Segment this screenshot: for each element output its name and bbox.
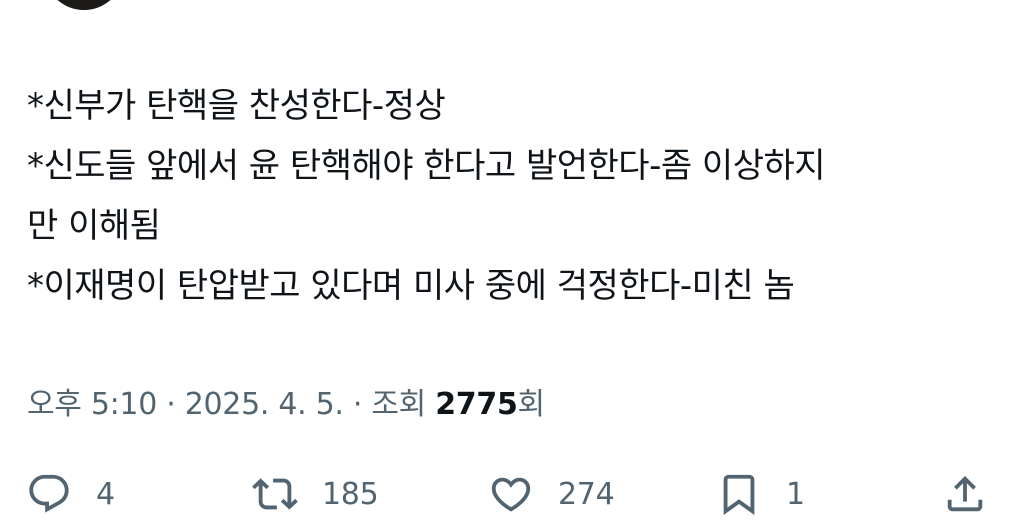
retweet-icon: [250, 469, 300, 519]
tweet-date[interactable]: 2025. 4. 5.: [185, 387, 344, 422]
heart-icon: [486, 469, 536, 519]
views-suffix: 회: [517, 387, 546, 422]
reply-button[interactable]: 4: [24, 462, 115, 526]
tweet-text-line: 만 이해됨: [27, 206, 161, 246]
share-button[interactable]: [940, 462, 990, 526]
tweet-text-line: *이재명이 탄압받고 있다며 미사 중에 걱정한다-미친 놈: [27, 266, 795, 306]
reply-icon: [24, 469, 74, 519]
tweet-time[interactable]: 오후 5:10: [27, 387, 157, 422]
avatar[interactable]: [44, 0, 124, 10]
meta-separator: ·: [343, 387, 372, 422]
bookmark-count: 1: [786, 476, 805, 512]
reply-count: 4: [96, 476, 115, 512]
tweet-meta: 오후 5:10 · 2025. 4. 5. · 조회 2775회: [27, 382, 545, 428]
views-count: 2775: [435, 387, 518, 422]
views-label: 조회: [371, 387, 426, 422]
share-icon: [940, 469, 990, 519]
bookmark-button[interactable]: 1: [714, 462, 805, 526]
tweet-text: *신부가 탄핵을 찬성한다-정상 *신도들 앞에서 윤 탄핵해야 한다고 발언한…: [27, 76, 1007, 316]
like-count: 274: [558, 476, 615, 512]
tweet-text-line: *신도들 앞에서 윤 탄핵해야 한다고 발언한다-좀 이상하지: [27, 146, 826, 186]
bookmark-icon: [714, 469, 764, 519]
tweet-text-line: *신부가 탄핵을 찬성한다-정상: [27, 86, 446, 126]
like-button[interactable]: 274: [486, 462, 615, 526]
meta-separator: ·: [157, 387, 185, 422]
action-bar: 4 185 274 1: [0, 462, 1024, 526]
retweet-count: 185: [322, 476, 379, 512]
retweet-button[interactable]: 185: [250, 462, 379, 526]
